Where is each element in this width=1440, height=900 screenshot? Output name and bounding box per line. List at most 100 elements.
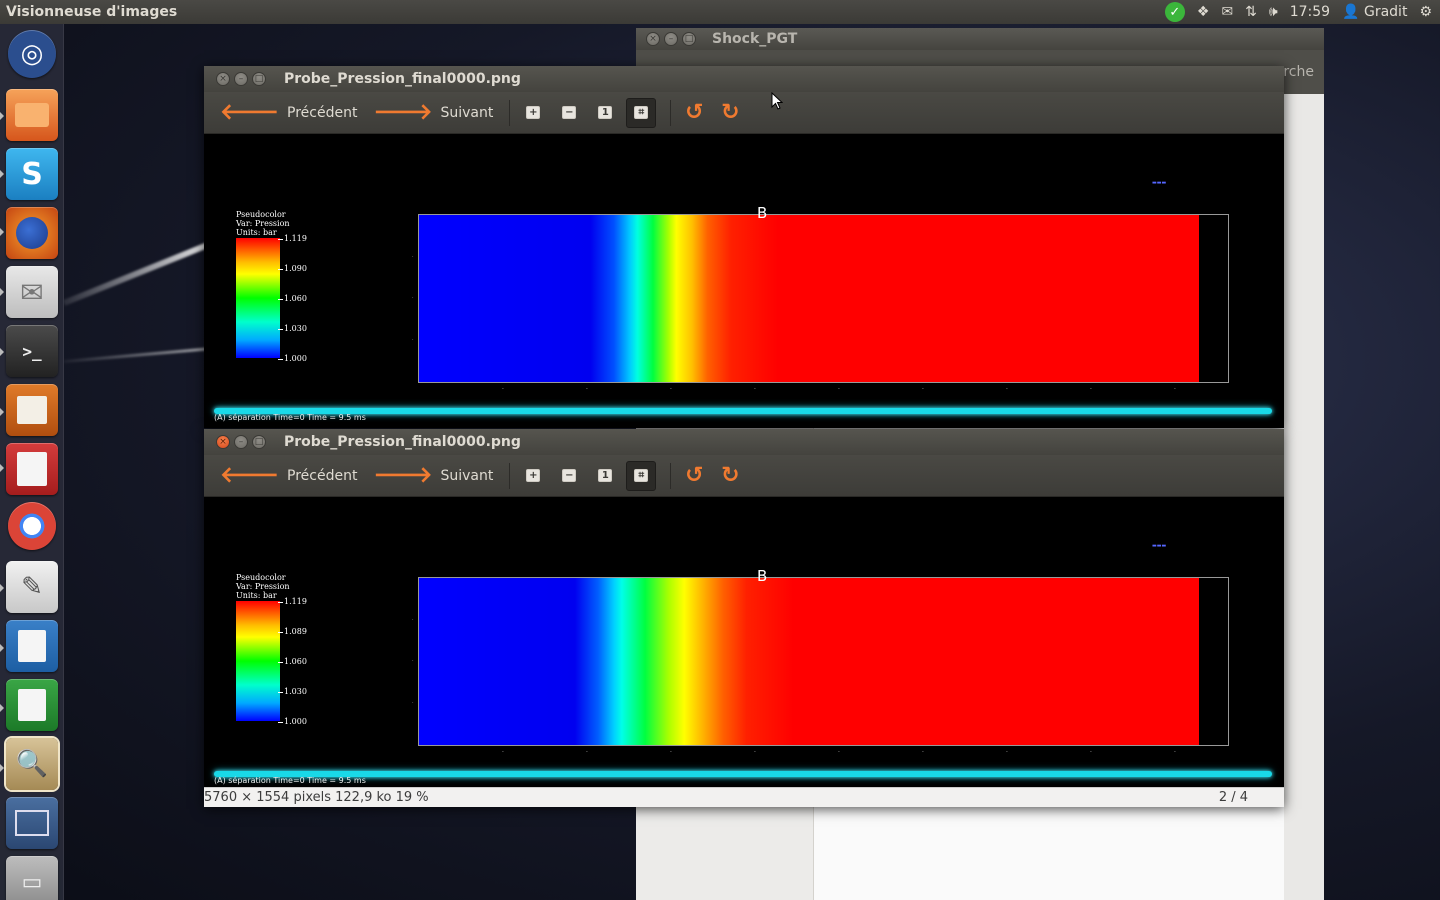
dropbox-icon[interactable]: ❖ <box>1197 4 1210 20</box>
x-tick-mark: · <box>1090 386 1092 393</box>
best-fit-button[interactable]: ⌗ <box>626 97 657 128</box>
dash-home-icon[interactable]: ◎ <box>8 30 56 78</box>
next-button[interactable]: 🡒 Suivant <box>365 97 501 129</box>
app-title: Visionneuse d'images <box>6 4 178 20</box>
launcher: ◎ S ✉ >_ ✎ 🔍 ▭ <box>0 24 64 900</box>
image-viewer-window-back[interactable]: × – □ Probe_Pression_final0000.png 🡐 Préc… <box>204 66 1284 428</box>
legend-tick: 1.000 <box>278 354 307 363</box>
best-fit-button[interactable]: ⌗ <box>626 460 657 491</box>
x-tick-mark: · <box>670 386 672 393</box>
terminal-icon[interactable]: >_ <box>6 325 58 377</box>
legend-tick: 1.060 <box>278 657 307 666</box>
running-indicator <box>0 704 4 712</box>
best-fit-icon: ⌗ <box>634 106 649 119</box>
mail-icon[interactable]: ✉ <box>1221 4 1233 20</box>
firefox-icon[interactable] <box>6 207 58 259</box>
rotate-left-button[interactable]: ↺ <box>679 98 709 128</box>
previous-label: Précédent <box>287 104 358 121</box>
user-info-mark: ▬▬▬ <box>1152 543 1167 549</box>
chrome-icon[interactable] <box>8 502 56 550</box>
image-canvas[interactable]: Pseudocolor Var: Pression Units: bar 1.1… <box>204 497 1284 787</box>
toolbar-separator <box>509 99 511 126</box>
workspace-switcher-icon[interactable] <box>6 797 58 849</box>
normal-size-button[interactable]: 1 <box>590 461 620 491</box>
network-icon[interactable]: ⇅ <box>1245 4 1257 20</box>
gear-icon[interactable]: ⚙ <box>1419 4 1432 20</box>
legend-text: Pseudocolor Var: Pression Units: bar <box>236 573 290 600</box>
writer-icon[interactable] <box>6 620 58 672</box>
zoom-in-button[interactable]: + <box>518 98 548 128</box>
normal-size-icon: 1 <box>598 106 613 119</box>
image-canvas[interactable]: Pseudocolor Var: Pression Units: bar 1.1… <box>204 134 1284 428</box>
y-tick-mark: · <box>412 295 414 301</box>
rotate-right-button[interactable]: ↻ <box>715 461 745 491</box>
clock[interactable]: 17:59 <box>1290 4 1330 20</box>
presentation-icon[interactable] <box>6 384 58 436</box>
previous-button[interactable]: 🡐 Précédent <box>212 97 365 129</box>
image-counter: 2 / 4 <box>1218 790 1248 805</box>
running-indicator <box>0 584 4 592</box>
close-icon[interactable]: × <box>216 72 230 86</box>
maximize-icon[interactable]: □ <box>252 72 266 86</box>
background-window-titlebar[interactable]: × – □ Shock_PGT <box>636 28 1324 50</box>
volume-icon[interactable]: 🕪 <box>1269 4 1278 20</box>
zoom-in-icon: + <box>526 106 541 119</box>
x-tick-mark: · <box>586 386 588 393</box>
zoom-out-icon: − <box>562 106 577 119</box>
rotate-right-icon: ↻ <box>721 100 740 125</box>
files-icon[interactable] <box>6 89 58 141</box>
running-indicator <box>0 644 4 652</box>
next-label: Suivant <box>440 104 494 121</box>
pressure-field <box>419 215 1199 382</box>
zoom-out-button[interactable]: − <box>554 461 584 491</box>
background-window-scrollbar[interactable] <box>1284 94 1324 900</box>
minimize-icon[interactable]: – <box>664 32 678 46</box>
text-editor-icon[interactable]: ✎ <box>6 561 58 613</box>
check-icon[interactable]: ✓ <box>1164 2 1185 22</box>
normal-size-button[interactable]: 1 <box>590 98 620 128</box>
close-icon[interactable]: × <box>646 32 660 46</box>
pdf-reader-icon[interactable] <box>6 443 58 495</box>
running-indicator <box>0 408 4 416</box>
x-tick-mark: · <box>754 749 756 756</box>
next-button[interactable]: 🡒 Suivant <box>365 460 501 492</box>
zoom-out-button[interactable]: − <box>554 98 584 128</box>
skype-icon[interactable]: S <box>6 148 58 200</box>
viewer-titlebar[interactable]: × – □ Probe_Pression_final0000.png <box>204 66 1284 92</box>
spreadsheet-icon[interactable] <box>6 679 58 731</box>
background-window-title: Shock_PGT <box>712 31 798 47</box>
plot-frame <box>418 577 1229 746</box>
viewer-titlebar[interactable]: × – □ Probe_Pression_final0000.png <box>204 429 1284 455</box>
viewer-title: Probe_Pression_final0000.png <box>284 434 521 450</box>
maximize-icon[interactable]: □ <box>682 32 696 46</box>
status-bar: 5760 × 1554 pixels 122,9 ko 19 % 2 / 4 <box>204 787 1284 807</box>
previous-label: Précédent <box>287 467 358 484</box>
rotate-right-button[interactable]: ↻ <box>715 98 745 128</box>
x-tick-mark: · <box>1174 386 1176 393</box>
rotate-left-button[interactable]: ↺ <box>679 461 709 491</box>
x-tick-mark: · <box>502 749 504 756</box>
minimize-icon[interactable]: – <box>234 435 248 449</box>
zoom-in-icon: + <box>526 469 541 482</box>
y-tick-mark: · <box>412 617 414 623</box>
rotate-left-icon: ↺ <box>685 100 704 125</box>
previous-button[interactable]: 🡐 Précédent <box>212 460 365 492</box>
user-info-mark: ▬▬▬ <box>1152 180 1167 186</box>
arrow-right-icon: 🡒 <box>373 99 433 125</box>
maximize-icon[interactable]: □ <box>252 435 266 449</box>
image-viewer-icon[interactable]: 🔍 <box>6 738 58 790</box>
legend-var: Var: Pression <box>236 582 290 591</box>
user-menu[interactable]: 👤 Gradit <box>1342 4 1407 20</box>
image-viewer-window-front[interactable]: × – □ Probe_Pression_final0000.png 🡐 Préc… <box>204 429 1284 807</box>
minimize-icon[interactable]: – <box>234 72 248 86</box>
mail-client-icon[interactable]: ✉ <box>6 266 58 318</box>
viewer-title: Probe_Pression_final0000.png <box>284 71 521 87</box>
zoom-in-button[interactable]: + <box>518 461 548 491</box>
close-icon[interactable]: × <box>216 435 230 449</box>
trash-icon[interactable]: ▭ <box>6 856 58 900</box>
wallpaper-streak <box>62 240 214 306</box>
best-fit-icon: ⌗ <box>634 469 649 482</box>
search-hint[interactable]: rche <box>1283 64 1314 80</box>
running-indicator <box>0 464 4 472</box>
legend-title: Pseudocolor <box>236 573 286 582</box>
